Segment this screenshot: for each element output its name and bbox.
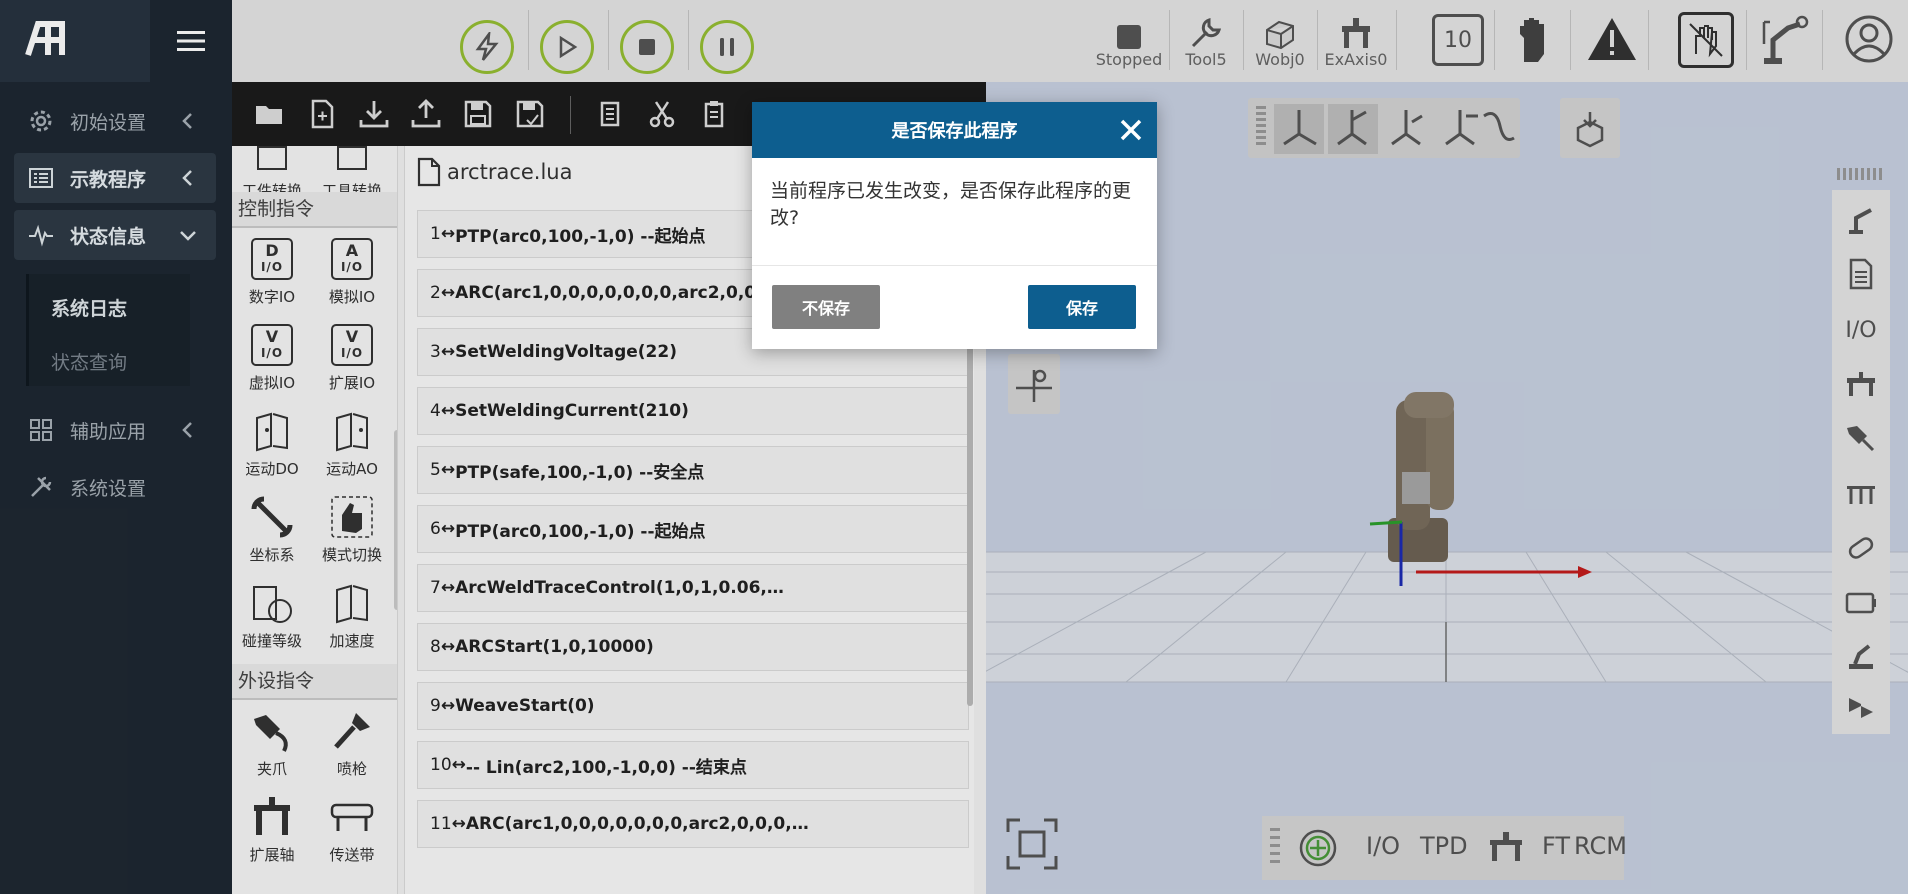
dialog-header: 是否保存此程序: [752, 102, 1157, 158]
save-button[interactable]: 保存: [1028, 285, 1136, 329]
save-program-dialog: 是否保存此程序 当前程序已发生改变，是否保存此程序的更改? 不保存 保存: [752, 102, 1157, 349]
dialog-message: 当前程序已发生改变，是否保存此程序的更改?: [752, 158, 1157, 266]
close-icon[interactable]: [1119, 118, 1143, 142]
dont-save-button[interactable]: 不保存: [772, 285, 880, 329]
dialog-title: 是否保存此程序: [891, 121, 1018, 142]
